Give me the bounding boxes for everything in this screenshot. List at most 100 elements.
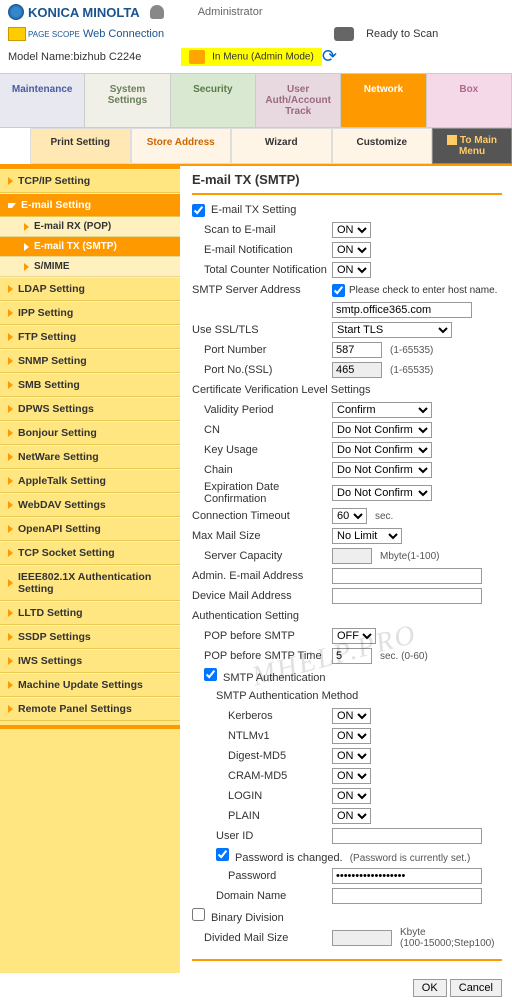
smtpauthmethod-label: SMTP Authentication Method xyxy=(192,690,502,702)
sidebar-item-appletalk[interactable]: AppleTalk Setting xyxy=(0,469,180,493)
tab-print-setting[interactable]: Print Setting xyxy=(30,128,131,164)
validity-label: Validity Period xyxy=(192,404,332,416)
sidebar-item-tcpip[interactable]: TCP/IP Setting xyxy=(0,169,180,193)
portn-hint: (1-65535) xyxy=(390,345,433,356)
conntimeout-select[interactable]: 60 xyxy=(332,508,367,524)
sidebar-sub-email-rx[interactable]: E-mail RX (POP) xyxy=(0,217,180,237)
pwchanged-checkbox[interactable] xyxy=(216,848,229,861)
cn-label: CN xyxy=(192,424,332,436)
portn-input[interactable] xyxy=(332,342,382,358)
poptime-hint: sec. (0-60) xyxy=(380,651,428,662)
hostname-hint: Please check to enter host name. xyxy=(349,285,497,296)
plain-select[interactable]: ON xyxy=(332,808,371,824)
smtpaddr-input[interactable] xyxy=(332,302,472,318)
tab-maintenance[interactable]: Maintenance xyxy=(0,74,85,127)
sidebar-item-lltd[interactable]: LLTD Setting xyxy=(0,601,180,625)
portssl-input xyxy=(332,362,382,378)
content-panel: E-mail TX (SMTP) E-mail TX Setting Scan … xyxy=(180,166,512,973)
tab-network[interactable]: Network xyxy=(341,74,426,127)
sidebar-item-ftp[interactable]: FTP Setting xyxy=(0,325,180,349)
maxmail-select[interactable]: No Limit xyxy=(332,528,402,544)
scan2email-select[interactable]: ON xyxy=(332,222,371,238)
tab-row-secondary: Print Setting Store Address Wizard Custo… xyxy=(0,128,512,166)
emailtx-label: E-mail TX Setting xyxy=(211,204,502,216)
keyusage-label: Key Usage xyxy=(192,444,332,456)
servercap-label: Server Capacity xyxy=(192,550,332,562)
sidebar-sub-smime[interactable]: S/MIME xyxy=(0,257,180,277)
sidebar-item-tcpsocket[interactable]: TCP Socket Setting xyxy=(0,541,180,565)
model-value: bizhub C224e xyxy=(73,51,141,63)
sidebar-sub-email-tx[interactable]: E-mail TX (SMTP) xyxy=(0,237,180,257)
hostname-checkbox[interactable] xyxy=(332,284,345,297)
admin-label: Administrator xyxy=(198,6,263,18)
validity-select[interactable]: Confirm xyxy=(332,402,432,418)
cancel-button[interactable]: Cancel xyxy=(450,979,502,997)
cram-select[interactable]: ON xyxy=(332,768,371,784)
tab-system-settings[interactable]: System Settings xyxy=(85,74,170,127)
totalcounter-select[interactable]: ON xyxy=(332,262,371,278)
pwset-hint: (Password is currently set.) xyxy=(350,853,471,864)
login-select[interactable]: ON xyxy=(332,788,371,804)
binarydiv-label: Binary Division xyxy=(211,912,284,924)
sec-label: sec. xyxy=(375,511,393,522)
adminmail-input[interactable] xyxy=(332,568,482,584)
login-label: LOGIN xyxy=(192,790,332,802)
binarydiv-checkbox[interactable] xyxy=(192,908,205,921)
authsetting-label: Authentication Setting xyxy=(192,610,502,622)
devicemail-input[interactable] xyxy=(332,588,482,604)
kerberos-select[interactable]: ON xyxy=(332,708,371,724)
sidebar-item-remotepanel[interactable]: Remote Panel Settings xyxy=(0,697,180,721)
servercap-input xyxy=(332,548,372,564)
plain-label: PLAIN xyxy=(192,810,332,822)
ssltls-select[interactable]: Start TLS xyxy=(332,322,452,338)
sidebar-item-bonjour[interactable]: Bonjour Setting xyxy=(0,421,180,445)
sidebar-item-ldap[interactable]: LDAP Setting xyxy=(0,277,180,301)
totalcounter-label: Total Counter Notification xyxy=(192,264,332,276)
divsize-input xyxy=(332,930,392,946)
sidebar-item-webdav[interactable]: WebDAV Settings xyxy=(0,493,180,517)
tab-box[interactable]: Box xyxy=(427,74,512,127)
emailnotif-select[interactable]: ON xyxy=(332,242,371,258)
brand-logo: KONICA MINOLTA xyxy=(28,5,140,20)
tab-wizard[interactable]: Wizard xyxy=(231,128,332,164)
sidebar-item-dpws[interactable]: DPWS Settings xyxy=(0,397,180,421)
pwchanged-label: Password is changed. xyxy=(235,852,343,864)
tab-customize[interactable]: Customize xyxy=(332,128,433,164)
button-row: OK Cancel xyxy=(0,973,512,1003)
tab-store-address[interactable]: Store Address xyxy=(131,128,232,164)
chain-select[interactable]: Do Not Confirm xyxy=(332,462,432,478)
ntlmv1-select[interactable]: ON xyxy=(332,728,371,744)
refresh-icon[interactable]: ⟳ xyxy=(322,46,337,67)
emailtx-checkbox[interactable] xyxy=(192,204,205,217)
sidebar-item-openapi[interactable]: OpenAPI Setting xyxy=(0,517,180,541)
sidebar-item-ipp[interactable]: IPP Setting xyxy=(0,301,180,325)
sidebar-item-snmp[interactable]: SNMP Setting xyxy=(0,349,180,373)
domain-label: Domain Name xyxy=(192,890,332,902)
smtpauth-checkbox[interactable] xyxy=(204,668,217,681)
password-input[interactable] xyxy=(332,868,482,884)
sidebar-item-machineupdate[interactable]: Machine Update Settings xyxy=(0,673,180,697)
digest-select[interactable]: ON xyxy=(332,748,371,764)
poptime-input[interactable] xyxy=(332,648,372,664)
smtpauth-label: SMTP Authentication xyxy=(223,672,326,684)
model-label: Model Name: xyxy=(8,51,73,63)
sidebar-item-smb[interactable]: SMB Setting xyxy=(0,373,180,397)
cn-select[interactable]: Do Not Confirm xyxy=(332,422,432,438)
sidebar-item-ieee8021x[interactable]: IEEE802.1X Authentication Setting xyxy=(0,565,180,601)
sidebar-item-iws[interactable]: IWS Settings xyxy=(0,649,180,673)
cram-label: CRAM-MD5 xyxy=(192,770,332,782)
tab-user-auth[interactable]: User Auth/Account Track xyxy=(256,74,341,127)
page-scope-icon xyxy=(8,27,26,41)
to-main-menu-button[interactable]: To Main Menu xyxy=(432,128,512,164)
domain-input[interactable] xyxy=(332,888,482,904)
popbefore-select[interactable]: OFF xyxy=(332,628,376,644)
sidebar-item-email[interactable]: E-mail Setting xyxy=(0,193,180,217)
sidebar-item-netware[interactable]: NetWare Setting xyxy=(0,445,180,469)
expdate-select[interactable]: Do Not Confirm xyxy=(332,485,432,501)
portssl-hint: (1-65535) xyxy=(390,365,433,376)
ok-button[interactable]: OK xyxy=(413,979,447,997)
tab-security[interactable]: Security xyxy=(171,74,256,127)
sidebar-item-ssdp[interactable]: SSDP Settings xyxy=(0,625,180,649)
keyusage-select[interactable]: Do Not Confirm xyxy=(332,442,432,458)
userid-input[interactable] xyxy=(332,828,482,844)
